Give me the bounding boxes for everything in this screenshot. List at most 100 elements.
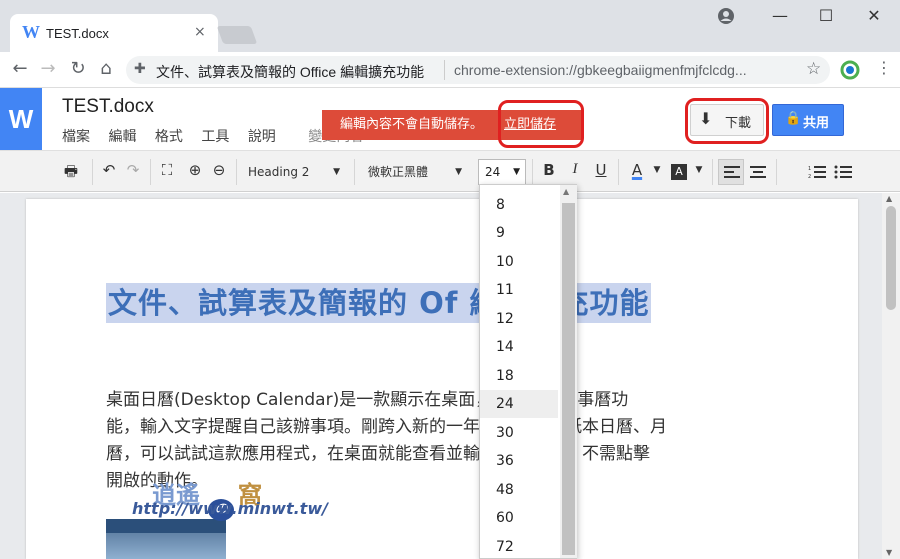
omnibox-title: 文件、試算表及簡報的 Office 編輯擴充功能 xyxy=(156,64,425,80)
italic-button[interactable]: I xyxy=(564,161,586,178)
lock-icon: 🔒 xyxy=(785,111,802,126)
editing-toolbar: 🖶 ↶ ↷ ⛶ ⊕ ⊖ Heading 2 ▼ 微軟正黑體 ▼ 24 ▼ B I… xyxy=(0,150,900,192)
menu-item-file[interactable]: 檔案 xyxy=(62,129,90,145)
bold-button[interactable]: B xyxy=(538,161,560,179)
menu-item-format[interactable]: 格式 xyxy=(155,129,183,145)
font-size-value: 24 xyxy=(485,165,501,179)
download-highlight xyxy=(685,98,769,144)
warning-text: 編輯內容不會自動儲存。 xyxy=(340,117,484,132)
word-favicon-icon: W xyxy=(22,22,40,42)
chevron-down-icon[interactable]: ▼ xyxy=(646,165,668,175)
font-size-option[interactable]: 36 xyxy=(480,447,558,475)
align-left-icon xyxy=(724,166,740,178)
menu-icon[interactable]: ⋮ xyxy=(872,58,896,77)
redo-icon[interactable]: ↷ xyxy=(122,161,144,179)
scroll-down-icon[interactable]: ▼ xyxy=(886,548,892,557)
tab-close-icon[interactable]: × xyxy=(194,24,206,40)
style-select-value: Heading 2 xyxy=(248,165,310,179)
menu-item-help[interactable]: 說明 xyxy=(248,129,276,145)
paragraph-line: 桌面日曆(Desktop Calendar)是一款顯示在桌面，同時兼具行事曆功 xyxy=(106,390,629,410)
fit-icon[interactable]: ⛶ xyxy=(156,161,178,179)
word-logo-icon: W xyxy=(0,88,42,150)
align-left-button[interactable] xyxy=(718,159,744,185)
font-size-option[interactable]: 12 xyxy=(480,305,558,333)
menu-item-tools[interactable]: 工具 xyxy=(201,129,229,145)
toolbar-divider xyxy=(712,159,713,185)
toolbar-divider xyxy=(532,159,533,185)
font-select[interactable]: 微軟正黑體 ▼ xyxy=(368,160,466,184)
document-title[interactable]: TEST.docx xyxy=(62,96,154,118)
text-color-button[interactable]: A xyxy=(626,161,648,179)
font-size-option[interactable]: 11 xyxy=(480,276,558,304)
font-size-option[interactable]: 8 xyxy=(480,191,558,219)
chevron-down-icon: ▼ xyxy=(455,167,462,177)
extension-badge-icon[interactable] xyxy=(840,60,860,80)
reload-icon[interactable]: ↻ xyxy=(66,58,90,79)
undo-icon[interactable]: ↶ xyxy=(98,161,120,179)
font-size-option[interactable]: 30 xyxy=(480,419,558,447)
toolbar-divider xyxy=(236,159,237,185)
tab-title: TEST.docx xyxy=(46,26,109,41)
font-size-select[interactable]: 24 ▼ xyxy=(478,159,526,185)
home-icon[interactable]: ⌂ xyxy=(94,58,118,79)
star-icon[interactable]: ☆ xyxy=(806,59,821,79)
font-size-dropdown: 8 9 10 11 12 14 18 24 30 36 48 60 72 ▲ xyxy=(479,184,577,559)
address-bar[interactable]: ✚ 文件、試算表及簡報的 Office 編輯擴充功能 chrome-extens… xyxy=(126,56,830,84)
font-size-option[interactable]: 60 xyxy=(480,504,558,532)
document-canvas: 文件、試算表及簡報的 Of 編輯擴充功能 桌面日曆(Desktop Calend… xyxy=(0,193,882,559)
font-size-option[interactable]: 48 xyxy=(480,476,558,504)
back-icon[interactable]: ← xyxy=(8,58,32,79)
forward-icon[interactable]: → xyxy=(36,58,60,79)
maximize-button[interactable]: ☐ xyxy=(804,2,848,30)
underline-button[interactable]: U xyxy=(590,161,612,179)
style-select[interactable]: Heading 2 ▼ xyxy=(248,160,344,184)
image-header-strip xyxy=(106,519,226,533)
watermark-url: http://www.minwt.tw/ xyxy=(132,499,328,518)
toolbar-divider xyxy=(92,159,93,185)
share-button[interactable]: 🔒 共用 xyxy=(772,104,844,136)
paragraph-line: 曆，可以試試這款應用程式，在桌面就能查看並輸入備忘事項，不需點擊 xyxy=(106,444,650,464)
page-scrollbar-thumb[interactable] xyxy=(886,206,896,310)
close-window-button[interactable]: ✕ xyxy=(852,2,896,30)
paragraph-line: 能，輸入文字提醒自己該辦事項。剛跨入新的一年，缺少一份紙本日曆、月 xyxy=(106,417,667,437)
scroll-up-icon[interactable]: ▲ xyxy=(886,194,892,203)
font-size-option[interactable]: 14 xyxy=(480,333,558,361)
omnibox-url: chrome-extension://gbkeegbaiigmenfmjfclc… xyxy=(454,62,747,78)
zoom-out-icon[interactable]: ⊖ xyxy=(208,161,230,179)
chevron-down-icon[interactable]: ▼ xyxy=(688,165,710,175)
font-size-option[interactable]: 9 xyxy=(480,219,558,247)
browser-toolbar: ← → ↻ ⌂ ✚ 文件、試算表及簡報的 Office 編輯擴充功能 chrom… xyxy=(0,52,900,88)
embedded-image[interactable] xyxy=(106,519,226,559)
toolbar-divider xyxy=(150,159,151,185)
paragraph-line: 開啟的動作。 xyxy=(106,471,208,491)
font-select-value: 微軟正黑體 xyxy=(368,165,429,179)
toolbar-divider xyxy=(618,159,619,185)
zoom-in-icon[interactable]: ⊕ xyxy=(184,161,206,179)
bullet-list-icon[interactable] xyxy=(834,165,852,179)
toolbar-divider xyxy=(354,159,355,185)
save-now-highlight xyxy=(498,100,584,148)
share-label: 共用 xyxy=(803,116,830,131)
numbered-list-icon[interactable]: 1 2 xyxy=(808,165,826,179)
account-icon[interactable] xyxy=(716,6,736,26)
font-size-option[interactable]: 72 xyxy=(480,533,558,559)
document-page[interactable]: 文件、試算表及簡報的 Of 編輯擴充功能 桌面日曆(Desktop Calend… xyxy=(26,199,858,559)
dropdown-scrollbar-thumb[interactable] xyxy=(562,203,575,555)
chevron-down-icon: ▼ xyxy=(513,167,520,177)
chevron-down-icon: ▼ xyxy=(333,167,340,177)
extension-icon: ✚ xyxy=(134,61,146,77)
font-size-option-selected[interactable]: 24 xyxy=(480,390,558,418)
font-size-option[interactable]: 18 xyxy=(480,362,558,390)
new-tab-button[interactable] xyxy=(216,26,258,44)
menu-item-edit[interactable]: 編輯 xyxy=(108,129,136,145)
scroll-up-icon[interactable]: ▲ xyxy=(563,187,569,196)
document-paragraph[interactable]: 桌面日曆(Desktop Calendar)是一款顯示在桌面，同時兼具行事曆功 … xyxy=(106,387,780,495)
browser-tab[interactable]: W TEST.docx × xyxy=(10,14,218,52)
minimize-button[interactable]: — xyxy=(758,2,802,30)
svg-text:2: 2 xyxy=(808,174,811,179)
font-size-option[interactable]: 10 xyxy=(480,248,558,276)
print-icon[interactable]: 🖶 xyxy=(60,161,82,186)
highlight-color-button[interactable]: A xyxy=(671,164,687,180)
align-center-icon[interactable] xyxy=(750,166,766,178)
svg-text:1: 1 xyxy=(808,166,811,172)
